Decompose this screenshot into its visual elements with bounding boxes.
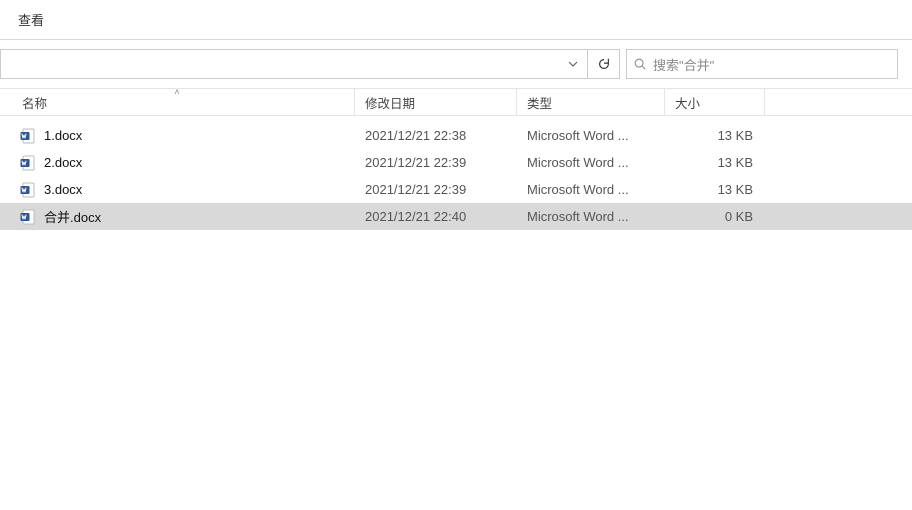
file-size: 13 KB	[665, 155, 765, 170]
refresh-icon	[597, 57, 611, 71]
file-list: 1.docx 2021/12/21 22:38 Microsoft Word .…	[0, 116, 912, 230]
address-bar[interactable]: ‍	[0, 49, 620, 79]
file-name: 1.docx	[44, 128, 82, 143]
file-row[interactable]: 3.docx 2021/12/21 22:39 Microsoft Word .…	[0, 176, 912, 203]
column-header-date-label: 修改日期	[365, 93, 415, 112]
file-size: 0 KB	[665, 209, 765, 224]
column-header-date[interactable]: 修改日期	[355, 89, 517, 115]
sort-indicator-icon: ˄	[174, 88, 179, 97]
file-modified-date: 2021/12/21 22:40	[355, 209, 517, 224]
file-row[interactable]: 1.docx 2021/12/21 22:38 Microsoft Word .…	[0, 122, 912, 149]
menu-bar: 查看	[0, 0, 912, 40]
column-header-size-label: 大小	[675, 93, 700, 112]
file-size: 13 KB	[665, 182, 765, 197]
word-document-icon	[20, 209, 36, 225]
address-search-row: ‍ 搜索"合并"	[0, 40, 912, 88]
file-name: 3.docx	[44, 182, 82, 197]
column-headers: 名称 ˄ 修改日期 类型 大小	[0, 88, 912, 116]
column-header-name[interactable]: 名称 ˄	[0, 89, 355, 115]
word-document-icon	[20, 182, 36, 198]
file-name: 2.docx	[44, 155, 82, 170]
file-row[interactable]: 2.docx 2021/12/21 22:39 Microsoft Word .…	[0, 149, 912, 176]
search-box[interactable]: 搜索"合并"	[626, 49, 898, 79]
chevron-down-icon	[568, 59, 578, 69]
file-row[interactable]: 合并.docx 2021/12/21 22:40 Microsoft Word …	[0, 203, 912, 230]
file-type: Microsoft Word ...	[517, 128, 665, 143]
file-modified-date: 2021/12/21 22:39	[355, 182, 517, 197]
column-header-type[interactable]: 类型	[517, 89, 665, 115]
file-type: Microsoft Word ...	[517, 182, 665, 197]
address-history-dropdown[interactable]	[559, 50, 587, 78]
refresh-button[interactable]	[587, 50, 619, 78]
column-header-type-label: 类型	[527, 93, 552, 112]
file-modified-date: 2021/12/21 22:39	[355, 155, 517, 170]
file-type: Microsoft Word ...	[517, 209, 665, 224]
address-text: ‍	[5, 57, 559, 72]
file-name: 合并.docx	[44, 207, 101, 226]
search-icon	[633, 57, 647, 71]
word-document-icon	[20, 128, 36, 144]
file-modified-date: 2021/12/21 22:38	[355, 128, 517, 143]
word-document-icon	[20, 155, 36, 171]
menu-view[interactable]: 查看	[14, 6, 48, 33]
column-header-size[interactable]: 大小	[665, 89, 765, 115]
column-header-name-label: 名称	[22, 93, 47, 112]
search-placeholder: 搜索"合并"	[653, 55, 714, 74]
file-size: 13 KB	[665, 128, 765, 143]
file-type: Microsoft Word ...	[517, 155, 665, 170]
